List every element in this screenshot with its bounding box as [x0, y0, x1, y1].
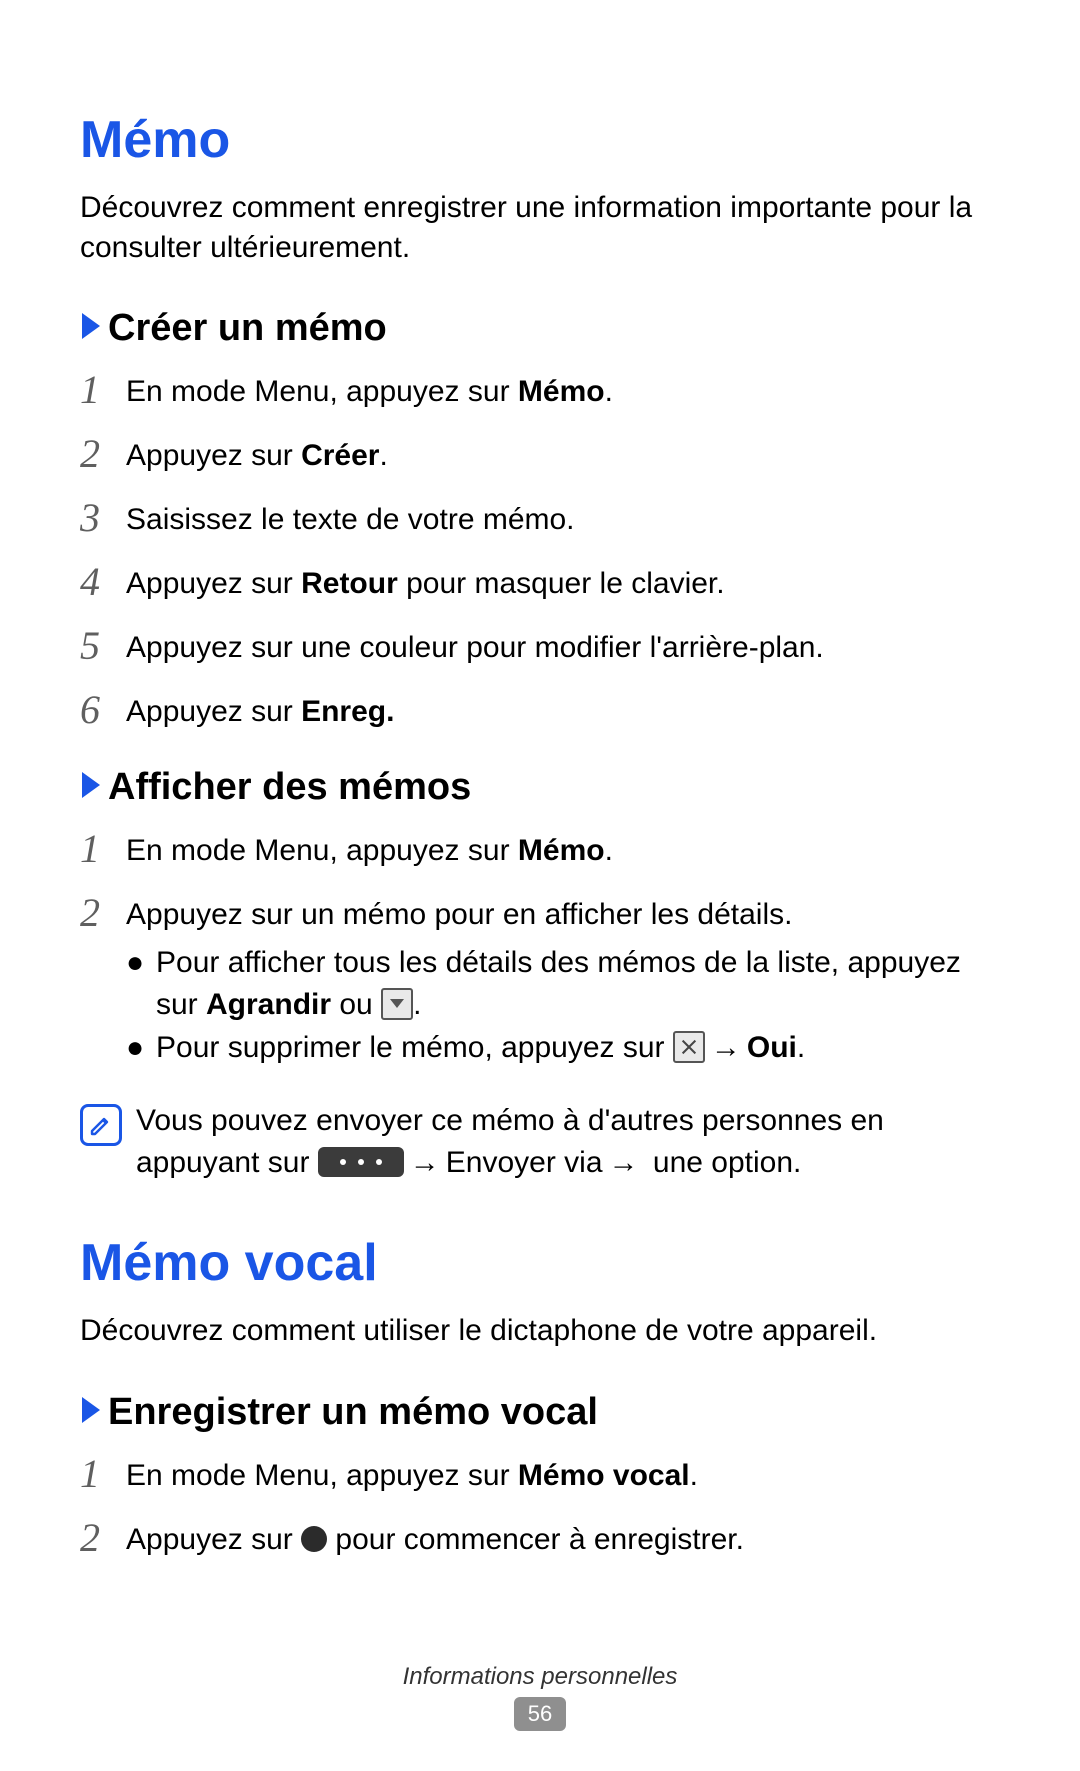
arrow-right-icon: → — [410, 1142, 440, 1183]
step-text: Appuyez sur Enreg. — [126, 691, 1000, 733]
section-intro-voice-memo: Découvrez comment utiliser le dictaphone… — [80, 1311, 1000, 1351]
text: Pour supprimer le mémo, appuyez sur — [156, 1031, 673, 1064]
text: une option. — [645, 1146, 802, 1179]
text: En mode Menu, appuyez sur — [126, 375, 518, 408]
subheading-record-voice-memo: Enregistrer un mémo vocal — [80, 1391, 1000, 1434]
step-text: Appuyez sur un mémo pour en afficher les… — [126, 894, 1000, 1070]
text-bold: Retour — [301, 567, 398, 600]
bullet-text: Pour supprimer le mémo, appuyez sur →Oui… — [156, 1027, 1000, 1068]
step-item: 6 Appuyez sur Enreg. — [80, 680, 1000, 736]
section-intro-memo: Découvrez comment enregistrer une inform… — [80, 188, 1000, 267]
step-number: 3 — [80, 490, 126, 546]
text-bold: Créer — [301, 439, 379, 472]
step-item: 1 En mode Menu, appuyez sur Mémo. — [80, 819, 1000, 875]
expand-down-icon — [381, 988, 413, 1020]
text: pour commencer à enregistrer. — [327, 1523, 744, 1556]
text-bold: Mémo vocal — [518, 1459, 690, 1492]
subheading-view-memos: Afficher des mémos — [80, 766, 1000, 809]
steps-create-memo: 1 En mode Menu, appuyez sur Mémo. 2 Appu… — [80, 360, 1000, 736]
bullet-item: ● Pour supprimer le mémo, appuyez sur →O… — [126, 1027, 1000, 1068]
note-box: Vous pouvez envoyer ce mémo à d'autres p… — [80, 1100, 1000, 1183]
step-number: 6 — [80, 682, 126, 738]
step-text: En mode Menu, appuyez sur Mémo vocal. — [126, 1455, 1000, 1497]
chevron-icon — [80, 770, 102, 805]
text: En mode Menu, appuyez sur — [126, 1459, 518, 1492]
text: Appuyez sur — [126, 695, 301, 728]
step-item: 4 Appuyez sur Retour pour masquer le cla… — [80, 552, 1000, 608]
text: . — [379, 439, 387, 472]
footer-chapter: Informations personnelles — [0, 1663, 1080, 1691]
bullet-dot-icon: ● — [126, 942, 156, 983]
step-item: 1 En mode Menu, appuyez sur Mémo vocal. — [80, 1444, 1000, 1500]
step-item: 2 Appuyez sur pour commencer à enregistr… — [80, 1508, 1000, 1564]
chevron-icon — [80, 311, 102, 346]
note-icon-wrap — [80, 1100, 126, 1146]
text-bold: Envoyer via — [446, 1146, 603, 1179]
step-number: 1 — [80, 362, 126, 418]
note-pencil-icon — [80, 1104, 122, 1146]
text: Appuyez sur — [126, 567, 301, 600]
text-bold: Oui — [747, 1031, 797, 1064]
text: . — [690, 1459, 698, 1492]
bullet-item: ● Pour afficher tous les détails des mém… — [126, 942, 1000, 1025]
steps-record-voice-memo: 1 En mode Menu, appuyez sur Mémo vocal. … — [80, 1444, 1000, 1564]
section-title-memo: Mémo — [80, 110, 1000, 170]
note-text: Vous pouvez envoyer ce mémo à d'autres p… — [126, 1100, 1000, 1183]
page-number-wrap: 56 — [0, 1697, 1080, 1731]
step-number: 5 — [80, 618, 126, 674]
step-number: 2 — [80, 426, 126, 482]
bullet-list: ● Pour afficher tous les détails des mém… — [126, 942, 1000, 1068]
delete-x-icon — [673, 1031, 705, 1063]
arrow-right-icon: → — [711, 1027, 741, 1068]
subheading-text: Créer un mémo — [108, 307, 387, 350]
step-text: Appuyez sur pour commencer à enregistrer… — [126, 1519, 1000, 1561]
subheading-create-memo: Créer un mémo — [80, 307, 1000, 350]
step-number: 4 — [80, 554, 126, 610]
step-item: 2 Appuyez sur un mémo pour en afficher l… — [80, 883, 1000, 1070]
page-footer: Informations personnelles 56 — [0, 1663, 1080, 1731]
text: Appuyez sur — [126, 1523, 301, 1556]
chevron-icon — [80, 1395, 102, 1430]
step-number: 2 — [80, 885, 126, 941]
bullet-dot-icon: ● — [126, 1027, 156, 1068]
text: . — [605, 834, 613, 867]
step-text: Appuyez sur une couleur pour modifier l'… — [126, 627, 1000, 669]
bullet-text: Pour afficher tous les détails des mémos… — [156, 942, 1000, 1025]
text-bold: Enreg. — [301, 695, 394, 728]
step-item: 3 Saisissez le texte de votre mémo. — [80, 488, 1000, 544]
step-text: Appuyez sur Créer. — [126, 435, 1000, 477]
step-item: 5 Appuyez sur une couleur pour modifier … — [80, 616, 1000, 672]
steps-view-memos: 1 En mode Menu, appuyez sur Mémo. 2 Appu… — [80, 819, 1000, 1070]
step-item: 2 Appuyez sur Créer. — [80, 424, 1000, 480]
text-bold: Mémo — [518, 375, 605, 408]
text: . — [797, 1031, 805, 1064]
text: . — [605, 375, 613, 408]
step-text: En mode Menu, appuyez sur Mémo. — [126, 830, 1000, 872]
subheading-text: Afficher des mémos — [108, 766, 471, 809]
step-text: Appuyez sur Retour pour masquer le clavi… — [126, 563, 1000, 605]
step-number: 1 — [80, 1446, 126, 1502]
more-options-icon — [318, 1147, 404, 1177]
text: pour masquer le clavier. — [398, 567, 725, 600]
text: En mode Menu, appuyez sur — [126, 834, 518, 867]
text: ou — [331, 988, 381, 1021]
step-number: 1 — [80, 821, 126, 877]
section-title-voice-memo: Mémo vocal — [80, 1233, 1000, 1293]
arrow-right-icon: → — [609, 1142, 639, 1183]
text: . — [413, 988, 421, 1021]
step-number: 2 — [80, 1510, 126, 1566]
record-icon — [301, 1526, 327, 1552]
page-number-badge: 56 — [514, 1697, 566, 1731]
manual-page: Mémo Découvrez comment enregistrer une i… — [0, 0, 1080, 1771]
step-text: En mode Menu, appuyez sur Mémo. — [126, 371, 1000, 413]
subheading-text: Enregistrer un mémo vocal — [108, 1391, 598, 1434]
text-bold: Mémo — [518, 834, 605, 867]
step-item: 1 En mode Menu, appuyez sur Mémo. — [80, 360, 1000, 416]
text: Appuyez sur un mémo pour en afficher les… — [126, 898, 792, 931]
text: Appuyez sur — [126, 439, 301, 472]
text-bold: Agrandir — [206, 988, 331, 1021]
step-text: Saisissez le texte de votre mémo. — [126, 499, 1000, 541]
